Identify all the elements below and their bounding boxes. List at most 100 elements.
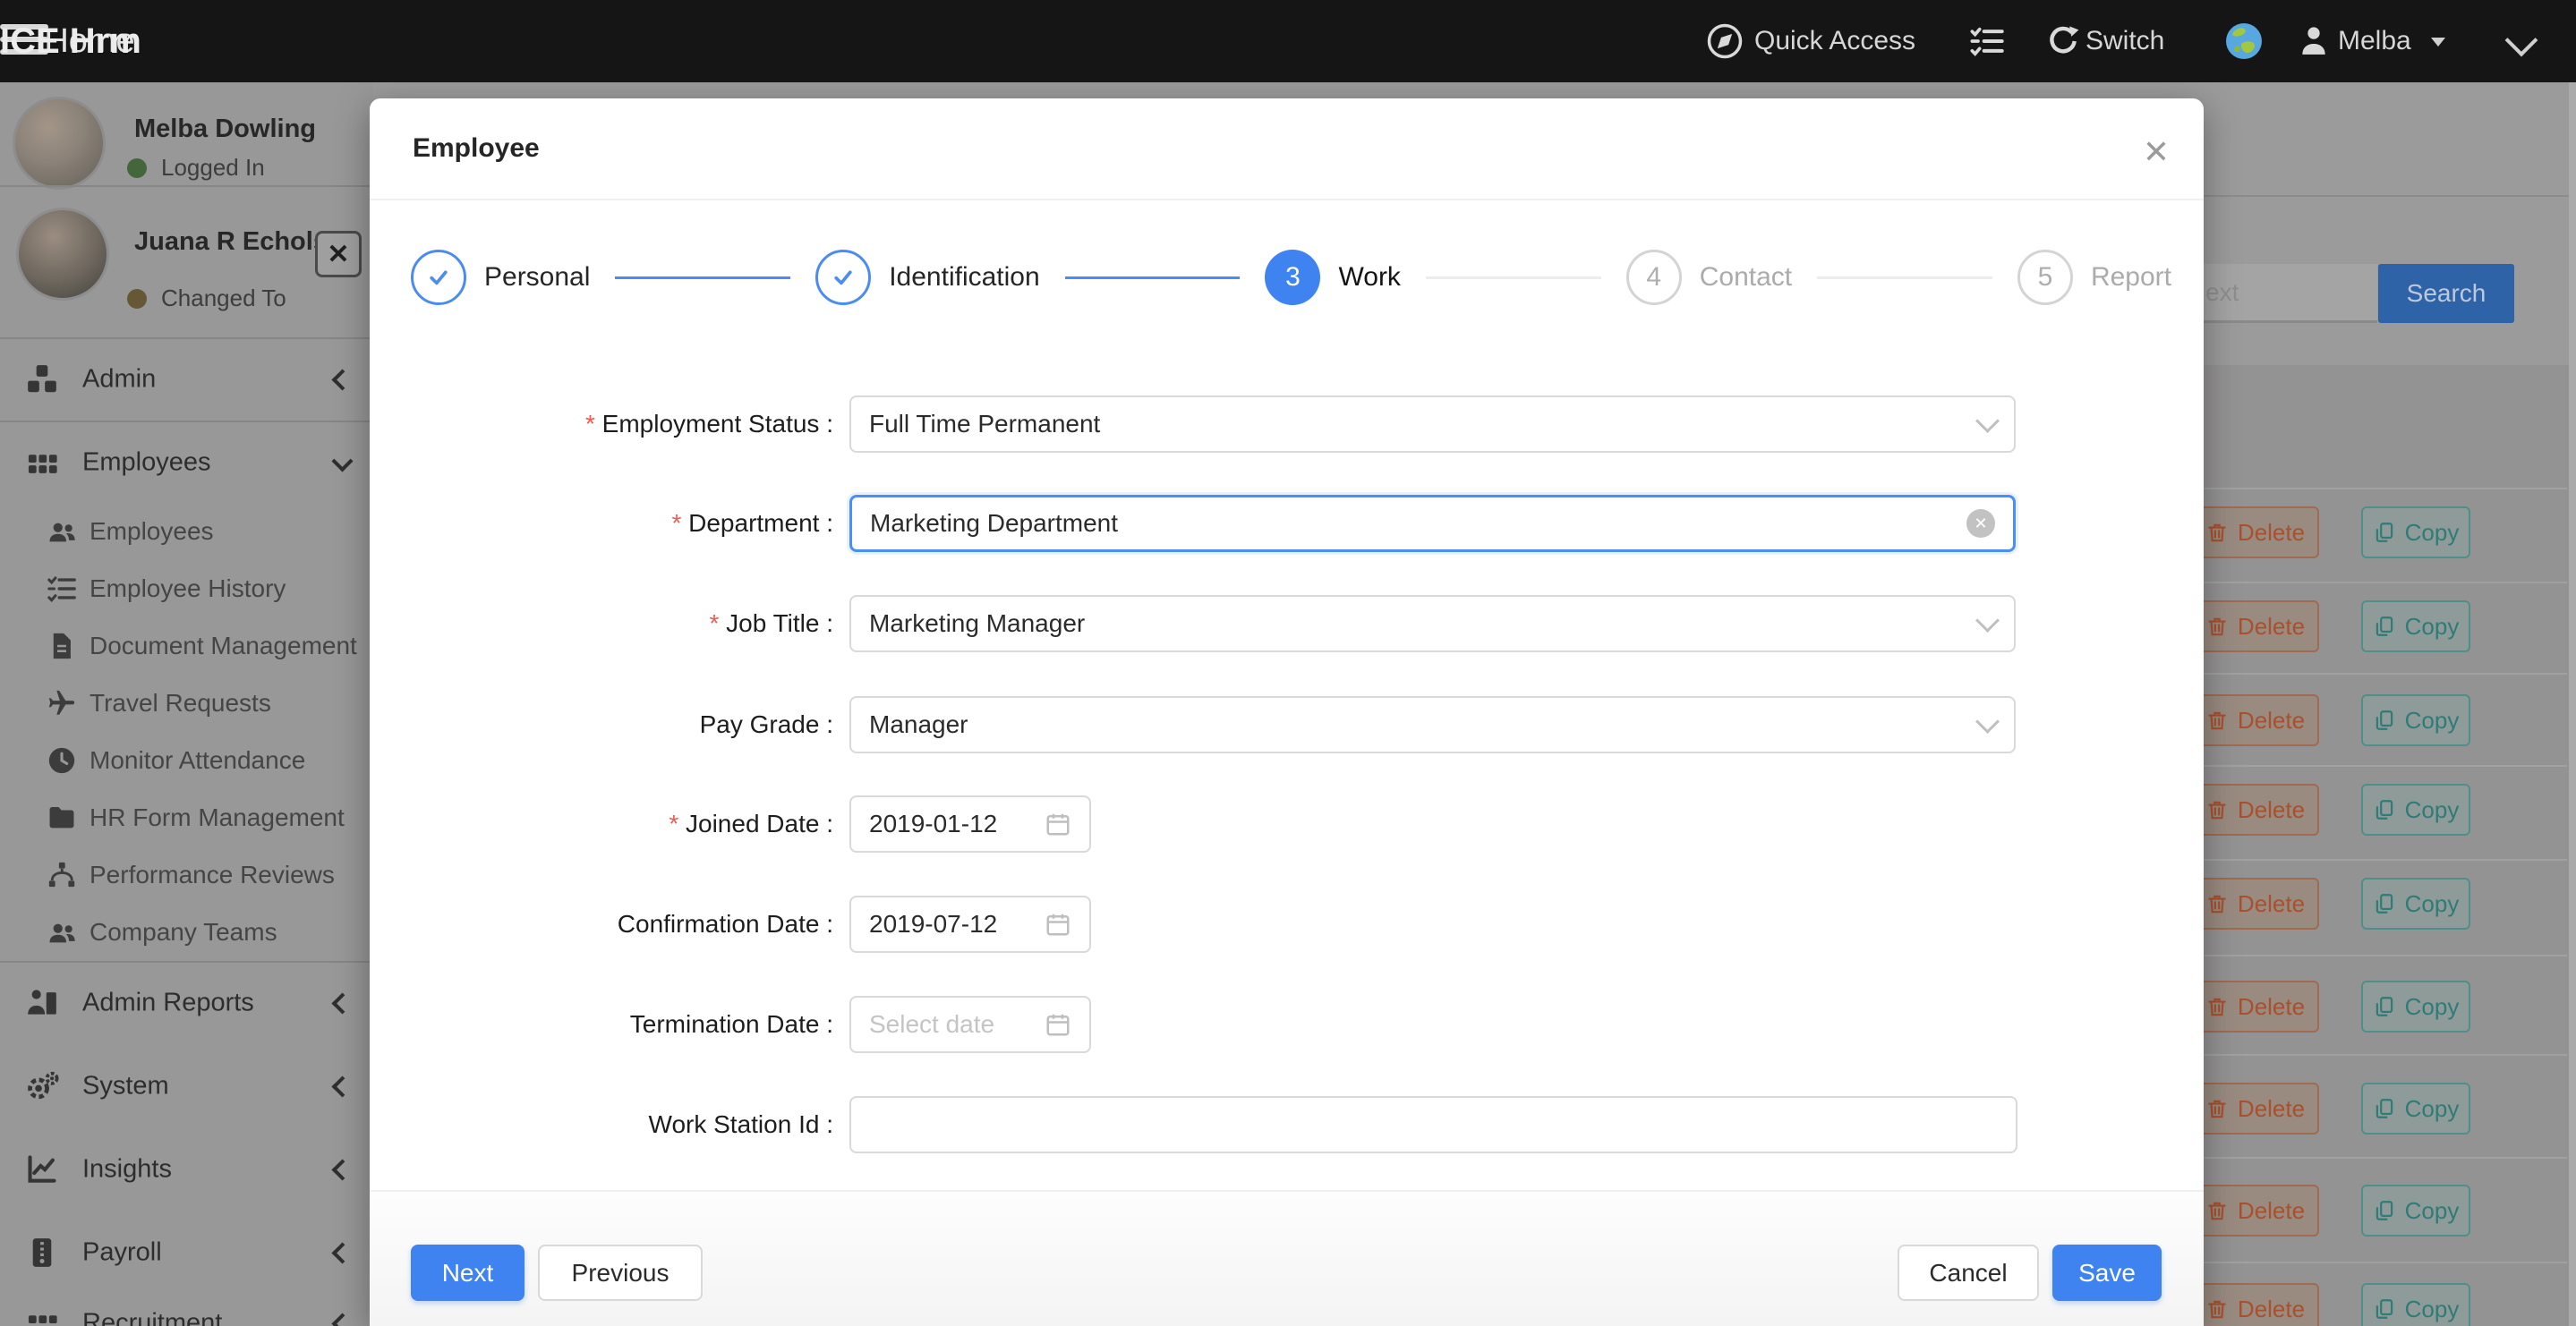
copy-button[interactable]: Copy [2361,1283,2470,1326]
sidebar-item-admin-reports[interactable]: Admin Reports [0,961,373,1044]
chevron-down-icon [1975,409,2000,433]
close-icon[interactable]: ✕ [2131,127,2181,177]
sidebar-item-recruitment[interactable]: Recruitment [0,1281,373,1326]
delete-button[interactable]: Delete [2191,784,2319,836]
row-divider [2154,1054,2567,1056]
sidebar-subitem-document-management[interactable]: Document Management [0,617,373,675]
step-identification[interactable]: Identification [815,250,1039,305]
work-station-id-input[interactable] [849,1096,2017,1153]
checklist-icon [47,574,77,604]
sidebar-subitem-label: Employees [90,517,214,546]
sidebar-subitem-performance-reviews[interactable]: Performance Reviews [0,846,373,904]
sidebar-item-system[interactable]: System [0,1044,373,1127]
avatar-melba[interactable] [13,97,106,190]
copy-button[interactable]: Copy [2361,600,2470,652]
step-work[interactable]: 3 Work [1265,250,1400,305]
step-label: Report [2091,262,2171,293]
copy-button[interactable]: Copy [2361,981,2470,1033]
sidebar-subitem-employees[interactable]: Employees [0,503,373,560]
confirmation-date-label: Confirmation Date [370,896,833,953]
date-value: 2019-07-12 [869,910,1045,939]
sidebar-subitem-hr-form-management[interactable]: HR Form Management [0,789,373,846]
next-button[interactable]: Next [411,1245,525,1301]
switch-icon[interactable] [2046,24,2080,58]
search-button[interactable]: Search [2378,264,2514,323]
sidebar-subitem-company-teams[interactable]: Company Teams [0,904,373,961]
delete-button[interactable]: Delete [2191,600,2319,652]
row-divider [2154,673,2567,675]
check-icon [411,250,466,305]
employment-status-select[interactable]: Full Time Permanent [849,395,2016,453]
close-switched-user-button[interactable]: ✕ [315,231,362,277]
row-divider [2154,488,2567,489]
step-contact[interactable]: 4 Contact [1626,250,1792,305]
copy-button[interactable]: Copy [2361,1185,2470,1237]
chart-line-icon [25,1152,59,1186]
step-label: Work [1338,262,1400,293]
search-input[interactable]: ext [2184,264,2377,323]
sidebar: Melba Dowling Logged In Juana R Echols ✕… [0,82,373,1326]
joined-date-picker[interactable]: 2019-01-12 [849,795,1091,853]
cancel-button[interactable]: Cancel [1898,1245,2039,1301]
sidebar-item-insights[interactable]: Insights [0,1127,373,1211]
delete-button[interactable]: Delete [2191,1185,2319,1237]
app-brand-title: ICE Hrm [0,0,141,82]
sidebar-subitem-label: Document Management [90,632,357,660]
copy-button[interactable]: Copy [2361,506,2470,558]
copy-button[interactable]: Copy [2361,784,2470,836]
compass-icon[interactable] [1706,22,1744,60]
task-list-icon[interactable] [1969,23,2005,59]
termination-date-picker[interactable]: Select date [849,996,1091,1053]
step-connector [1426,276,1601,279]
chevron-down-icon[interactable] [2505,24,2538,57]
delete-button[interactable]: Delete [2191,878,2319,930]
modal-header: Employee ✕ [370,98,2204,200]
select-value: Marketing Department [870,509,1966,538]
step-number: 5 [2017,250,2073,305]
clear-icon[interactable]: ✕ [1966,509,1995,538]
department-select[interactable]: Marketing Department ✕ [849,495,2016,552]
delete-label: Delete [2238,519,2305,547]
delete-button[interactable]: Delete [2191,506,2319,558]
sidebar-item-admin[interactable]: Admin [0,337,373,421]
pay-grade-select[interactable]: Manager [849,696,2016,753]
sidebar-item-employees[interactable]: Employees [0,421,373,504]
sidebar-subitem-travel-requests[interactable]: Travel Requests [0,675,373,732]
confirmation-date-picker[interactable]: 2019-07-12 [849,896,1091,953]
sidebar-subitem-monitor-attendance[interactable]: Monitor Attendance [0,732,373,789]
copy-label: Copy [2405,1296,2460,1323]
step-connector [615,276,790,279]
delete-button[interactable]: Delete [2191,1283,2319,1326]
date-placeholder: Select date [869,1010,1045,1039]
delete-label: Delete [2238,1296,2305,1323]
quick-access-link[interactable]: Quick Access [1754,0,1915,82]
sidebar-item-label: Insights [82,1154,172,1184]
user-icon[interactable] [2297,23,2331,59]
copy-label: Copy [2405,519,2460,547]
job-title-select[interactable]: Marketing Manager [849,595,2016,652]
delete-label: Delete [2238,613,2305,641]
row-divider [2154,859,2567,861]
language-globe-icon[interactable] [2225,22,2263,60]
department-label: Department [370,495,833,552]
cubes-icon [25,362,59,396]
copy-button[interactable]: Copy [2361,694,2470,746]
save-button[interactable]: Save [2052,1245,2162,1301]
copy-button[interactable]: Copy [2361,1083,2470,1135]
delete-button[interactable]: Delete [2191,1083,2319,1135]
step-number: 4 [1626,250,1682,305]
switch-link[interactable]: Switch [2086,0,2164,82]
step-personal[interactable]: Personal [411,250,590,305]
avatar-juana[interactable] [16,208,109,301]
delete-button[interactable]: Delete [2191,694,2319,746]
user-menu[interactable]: Melba [2338,0,2411,82]
copy-button[interactable]: Copy [2361,878,2470,930]
previous-button[interactable]: Previous [538,1245,703,1301]
sidebar-subitem-employee-history[interactable]: Employee History [0,560,373,617]
status-label: Changed To [161,285,286,312]
scrollbar[interactable] [2569,82,2576,1326]
app-screen: Home ICE Hrm Quick Access Switch Melba [0,0,2576,1326]
network-icon [47,860,77,890]
step-report[interactable]: 5 Report [2017,250,2171,305]
delete-button[interactable]: Delete [2191,981,2319,1033]
